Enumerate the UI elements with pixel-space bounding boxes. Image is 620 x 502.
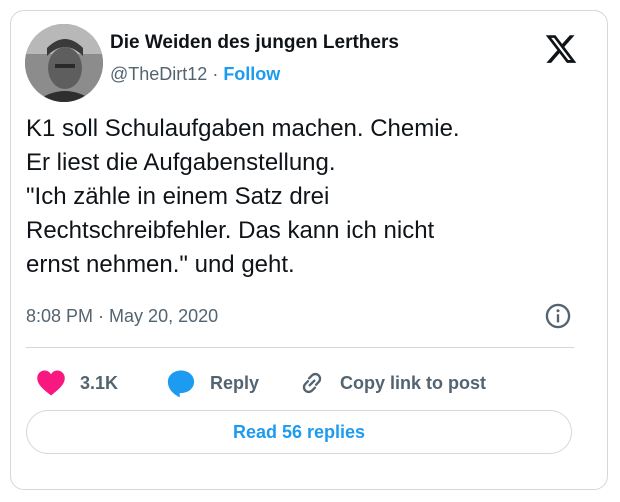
info-icon[interactable]	[544, 302, 572, 330]
user-photo-icon	[25, 24, 103, 102]
copy-link-label: Copy link to post	[340, 372, 486, 393]
action-bar: 3.1K Reply Copy link to post	[26, 363, 586, 403]
like-button[interactable]: 3.1K	[36, 363, 118, 403]
post-timestamp[interactable]: 8:08 PM · May 20, 2020	[26, 306, 218, 327]
copy-link-button[interactable]: Copy link to post	[298, 363, 486, 403]
link-icon	[302, 372, 322, 394]
user-handle[interactable]: @TheDirt12	[110, 64, 207, 84]
like-count: 3.1K	[80, 372, 119, 393]
post-text-line: Rechtschreibfehler. Das kann ich nicht	[26, 217, 435, 244]
post-date: May 20, 2020	[109, 306, 219, 326]
post-text-line: Er liest die Aufgabenstellung.	[26, 149, 336, 176]
post-time: 8:08 PM	[26, 306, 94, 326]
divider	[26, 347, 574, 348]
display-name[interactable]: Die Weiden des jungen Lerthers	[110, 32, 399, 54]
avatar[interactable]	[25, 24, 103, 102]
post-text-line: ernst nehmen." und geht.	[26, 251, 295, 278]
read-replies-button[interactable]: Read 56 replies	[26, 410, 572, 454]
handle-row: @TheDirt12 · Follow	[110, 64, 280, 85]
post-text-line: K1 soll Schulaufgaben machen. Chemie.	[26, 115, 460, 142]
heart-icon	[37, 370, 65, 396]
reply-label: Reply	[210, 372, 260, 393]
reply-button[interactable]: Reply	[166, 363, 259, 403]
speech-bubble-icon	[167, 370, 195, 398]
post-text-line: "Ich zähle in einem Satz drei	[26, 183, 330, 210]
separator-dot: ·	[212, 64, 219, 84]
x-logo-icon[interactable]	[544, 32, 578, 66]
follow-button[interactable]: Follow	[223, 64, 280, 84]
post-text: K1 soll Schulaufgaben machen. Chemie. Er…	[26, 112, 586, 282]
